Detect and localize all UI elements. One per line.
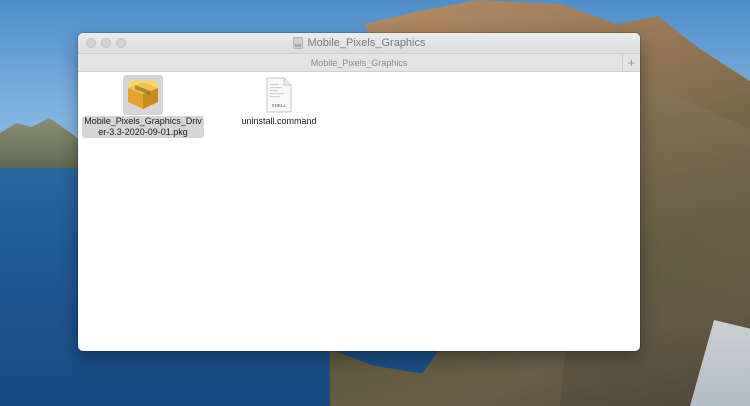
uninstall-filename[interactable]: uninstall.command	[239, 116, 318, 127]
package-icon	[128, 79, 158, 109]
window-title-group: Mobile_Pixels_Graphics	[78, 33, 640, 53]
package-filename-line2: er-3.3-2020-09-01.pkg	[98, 127, 188, 137]
shell-icon-box[interactable]: SHELL	[259, 75, 299, 115]
shell-icon-text: SHELL	[272, 103, 287, 108]
add-tab-button[interactable]: +	[622, 54, 640, 71]
package-filename[interactable]: Mobile_Pixels_Graphics_Driv er-3.3-2020-…	[82, 116, 204, 138]
shell-script-icon: SHELL	[266, 77, 292, 113]
finder-window[interactable]: Mobile_Pixels_Graphics Mobile_Pixels_Gra…	[78, 33, 640, 351]
disk-image-icon	[292, 37, 303, 49]
file-item-uninstall[interactable]: SHELL uninstall.command	[218, 75, 340, 127]
window-title: Mobile_Pixels_Graphics	[307, 37, 426, 49]
file-area[interactable]: Mobile_Pixels_Graphics_Driv er-3.3-2020-…	[78, 72, 640, 351]
tab-title[interactable]: Mobile_Pixels_Graphics	[311, 58, 408, 68]
window-titlebar[interactable]: Mobile_Pixels_Graphics	[78, 33, 640, 54]
file-item-package[interactable]: Mobile_Pixels_Graphics_Driv er-3.3-2020-…	[82, 75, 204, 138]
package-filename-line1: Mobile_Pixels_Graphics_Driv	[84, 116, 202, 126]
tab-bar[interactable]: Mobile_Pixels_Graphics +	[78, 54, 640, 72]
plus-icon: +	[627, 55, 636, 70]
package-icon-box[interactable]	[123, 75, 163, 115]
